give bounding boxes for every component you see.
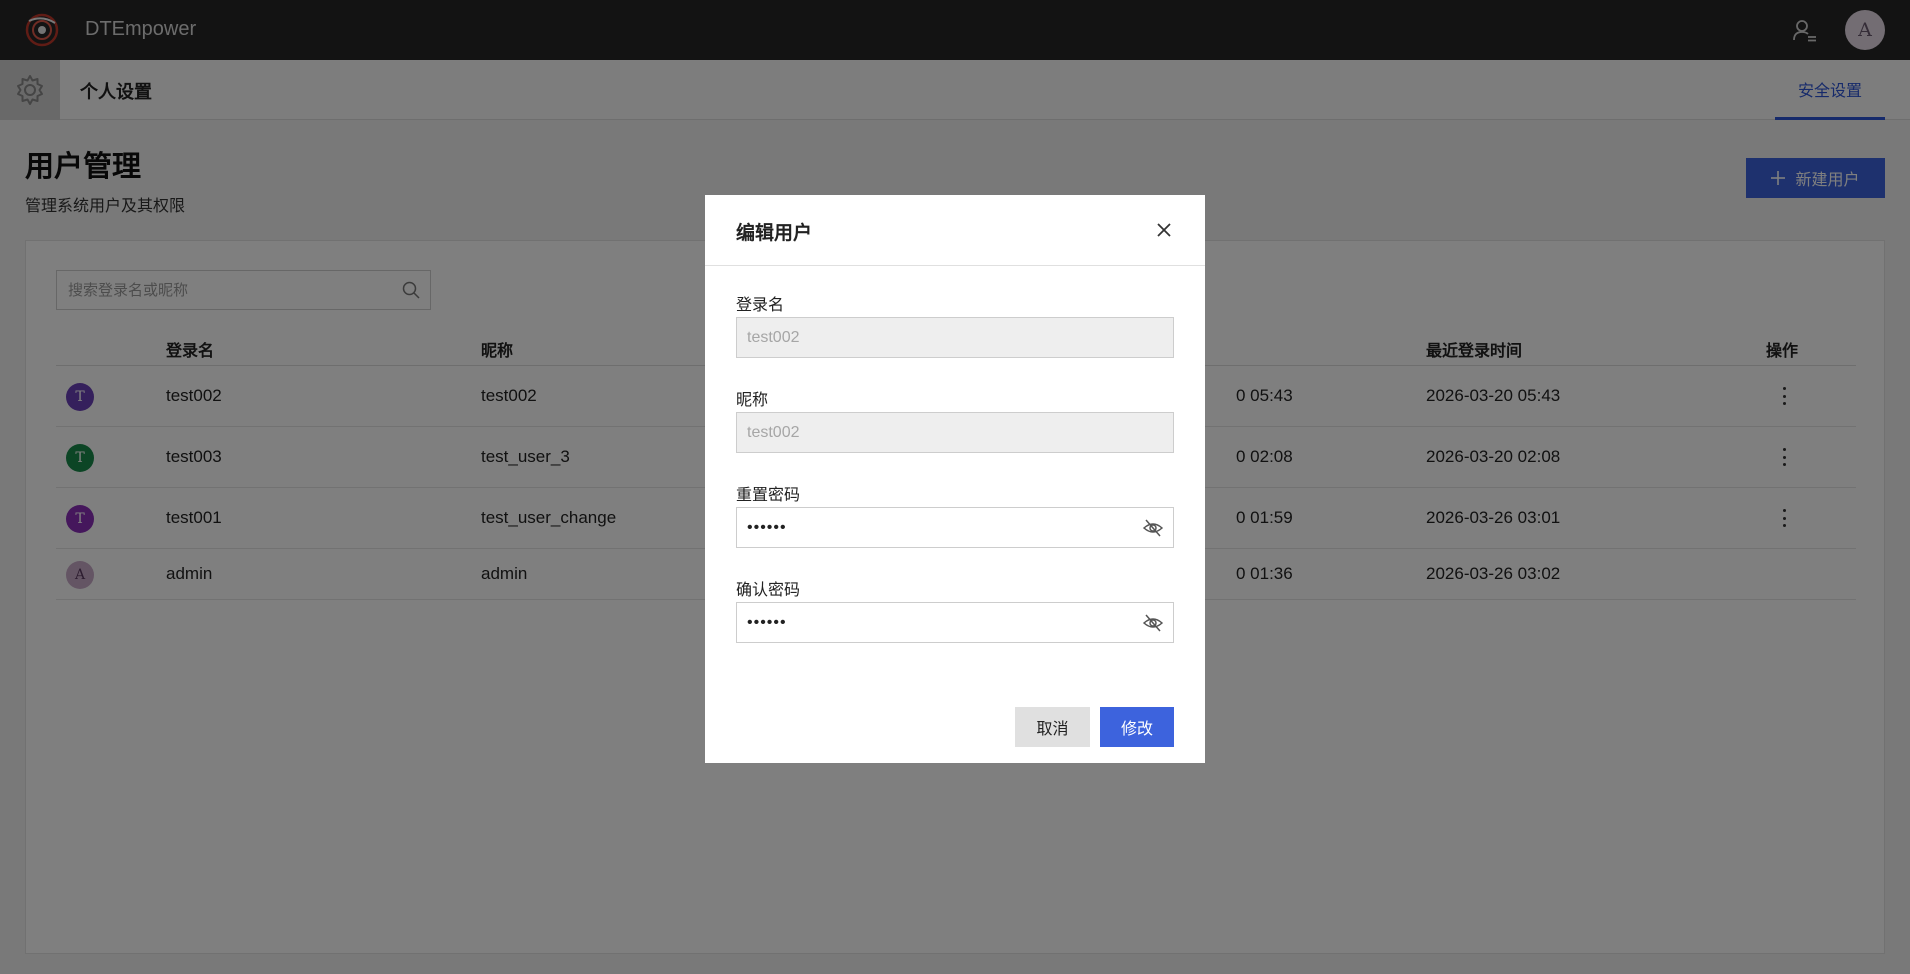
nickname-field: test002 — [736, 412, 1174, 453]
confirm-password-value: •••••• — [747, 613, 787, 631]
nickname-label: 昵称 — [736, 390, 769, 409]
close-button[interactable] — [1151, 217, 1177, 243]
nickname-value: test002 — [747, 423, 800, 441]
reset-password-value: •••••• — [747, 518, 787, 536]
eye-off-icon[interactable] — [1142, 517, 1164, 539]
reset-password-field[interactable]: •••••• — [736, 507, 1174, 548]
reset-password-label: 重置密码 — [736, 485, 801, 504]
submit-button[interactable]: 修改 — [1100, 707, 1174, 747]
dialog-title: 编辑用户 — [736, 222, 813, 244]
confirm-password-label: 确认密码 — [736, 580, 801, 599]
login-value: test002 — [747, 328, 800, 346]
login-field: test002 — [736, 317, 1174, 358]
eye-off-icon[interactable] — [1142, 612, 1164, 634]
confirm-password-field[interactable]: •••••• — [736, 602, 1174, 643]
dialog-header: 编辑用户 — [705, 195, 1205, 266]
login-label: 登录名 — [736, 295, 785, 314]
cancel-button[interactable]: 取消 — [1015, 707, 1090, 747]
close-icon — [1157, 223, 1171, 237]
edit-user-dialog: 编辑用户 登录名 test002 昵称 test002 重置密码 •••••• … — [705, 195, 1205, 763]
